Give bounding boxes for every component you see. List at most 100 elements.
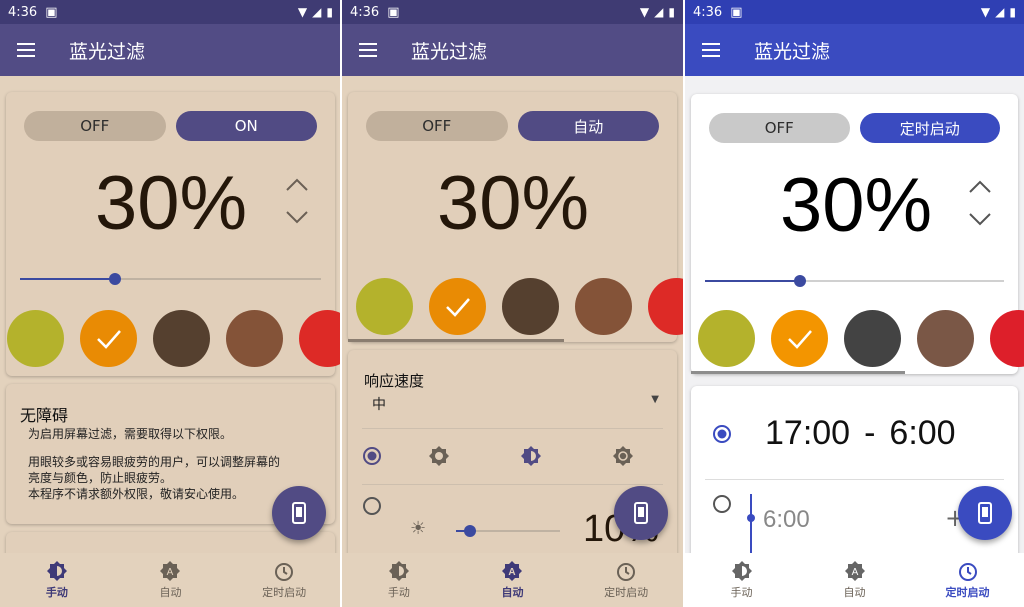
status-bar: 4:36 ▣ ▼ ◢ ▮ xyxy=(685,0,1024,24)
swatch-dark-brown[interactable] xyxy=(502,278,559,335)
auto-button[interactable]: 自动 xyxy=(517,111,659,141)
swatch-dark-gray[interactable] xyxy=(844,310,901,367)
level-slider[interactable] xyxy=(705,275,1004,287)
dropdown-arrow-icon[interactable]: ▼ xyxy=(651,394,659,405)
swatch-orange[interactable] xyxy=(771,310,828,367)
mode-toggle: OFF 自动 xyxy=(366,111,659,141)
brightness-high-icon xyxy=(613,446,633,466)
menu-icon[interactable] xyxy=(17,43,35,57)
app-title: 蓝光过滤 xyxy=(69,40,146,63)
nav-timer[interactable]: 定时启动 xyxy=(234,560,334,600)
nav-timer[interactable]: 定时启动 xyxy=(918,560,1018,600)
color-swatches xyxy=(356,278,683,335)
overlay-fab[interactable] xyxy=(958,486,1012,540)
off-button[interactable]: OFF xyxy=(366,111,508,141)
nav-auto[interactable]: A 自动 xyxy=(462,560,562,600)
level-slider[interactable] xyxy=(20,273,321,285)
brightness-icon xyxy=(388,561,409,581)
nav-label: 自动 xyxy=(159,586,182,599)
swatch-brown[interactable] xyxy=(575,278,632,335)
swatch-red[interactable] xyxy=(648,278,683,335)
mode-toggle: OFF 定时启动 xyxy=(709,113,1000,143)
auto-brightness-icon: A xyxy=(502,561,523,581)
filter-percent: 30% xyxy=(436,161,590,246)
app-bar: 蓝光过滤 xyxy=(342,24,683,76)
filter-percent: 30% xyxy=(94,161,248,246)
chevron-up-icon[interactable] xyxy=(968,180,992,194)
swatch-brown[interactable] xyxy=(226,310,283,367)
bottom-nav: 手动 A 自动 定时启动 xyxy=(685,553,1024,607)
end-time[interactable]: 6:00 xyxy=(889,414,955,453)
response-value[interactable]: 中 xyxy=(372,394,386,414)
svg-text:A: A xyxy=(851,567,858,578)
next-time[interactable]: 6:00 xyxy=(763,506,810,534)
status-bar: 4:36 ▣ ▼ ◢ ▮ xyxy=(342,0,683,24)
app-title: 蓝光过滤 xyxy=(754,40,831,63)
color-swatches xyxy=(7,310,341,367)
chevron-down-icon[interactable] xyxy=(968,212,992,226)
brightness-icon xyxy=(731,561,752,581)
status-time: 4:36 xyxy=(8,4,38,20)
brightness-icon xyxy=(46,561,67,581)
on-button[interactable]: ON xyxy=(175,111,317,141)
nav-auto[interactable]: A 自动 xyxy=(805,560,905,600)
start-time[interactable]: 17:00 xyxy=(765,414,850,453)
nav-label: 手动 xyxy=(730,586,753,599)
menu-icon[interactable] xyxy=(359,43,377,57)
radio-unselected-icon[interactable] xyxy=(712,494,732,514)
check-icon xyxy=(96,329,121,349)
accessibility-title: 无障碍 xyxy=(20,406,69,425)
overlay-fab[interactable] xyxy=(272,486,326,540)
slider-thumb[interactable] xyxy=(464,525,476,537)
nav-label: 手动 xyxy=(45,586,68,599)
swatch-scrollbar[interactable] xyxy=(348,339,564,342)
nav-manual[interactable]: 手动 xyxy=(7,560,107,600)
nav-manual[interactable]: 手动 xyxy=(692,560,792,600)
swatch-red[interactable] xyxy=(299,310,341,367)
menu-icon[interactable] xyxy=(702,43,720,57)
slider-thumb[interactable] xyxy=(794,275,806,287)
battery-icon: ▮ xyxy=(326,5,333,19)
overlay-fab[interactable] xyxy=(614,486,668,540)
accessibility-line3: 亮度与颜色，防止眼疲劳。 xyxy=(28,471,173,485)
swatch-olive[interactable] xyxy=(698,310,755,367)
swatch-olive[interactable] xyxy=(7,310,64,367)
swatch-olive[interactable] xyxy=(356,278,413,335)
swatch-scrollbar[interactable] xyxy=(691,371,905,374)
battery-icon: ▮ xyxy=(1009,5,1016,19)
response-slider[interactable] xyxy=(456,525,560,537)
app-bar: 蓝光过滤 xyxy=(0,24,341,76)
notification-icon: ▣ xyxy=(387,4,400,20)
slider-thumb[interactable] xyxy=(109,273,121,285)
swatch-orange[interactable] xyxy=(80,310,137,367)
timer-button[interactable]: 定时启动 xyxy=(859,113,1000,143)
mode-toggle: OFF ON xyxy=(24,111,317,141)
swatch-orange[interactable] xyxy=(429,278,486,335)
radio-selected-icon[interactable] xyxy=(362,446,382,466)
nav-auto[interactable]: A 自动 xyxy=(120,560,220,600)
chevron-up-icon[interactable] xyxy=(285,178,309,192)
off-button[interactable]: OFF xyxy=(709,113,850,143)
nav-label: 定时启动 xyxy=(604,586,649,599)
wifi-icon: ▼ xyxy=(639,5,650,19)
swatch-brown[interactable] xyxy=(917,310,974,367)
app-bar: 蓝光过滤 xyxy=(685,24,1024,76)
swatch-dark-brown[interactable] xyxy=(153,310,210,367)
signal-icon: ◢ xyxy=(312,5,322,19)
swatch-red[interactable] xyxy=(990,310,1024,367)
off-button[interactable]: OFF xyxy=(24,111,166,141)
schedule-range[interactable]: 17:00 - 6:00 xyxy=(765,414,956,453)
radio-selected-icon[interactable] xyxy=(712,424,732,444)
status-time: 4:36 xyxy=(693,4,723,20)
chevron-down-icon[interactable] xyxy=(285,210,309,224)
nav-label: 自动 xyxy=(843,586,866,599)
phone-icon xyxy=(634,502,648,524)
radio-unselected-icon[interactable] xyxy=(362,496,382,516)
filter-card: OFF ON 30% xyxy=(6,92,341,376)
wifi-icon: ▼ xyxy=(297,5,308,19)
nav-timer[interactable]: 定时启动 xyxy=(576,560,676,600)
stepper xyxy=(285,178,309,242)
timeline-dot xyxy=(747,514,755,522)
auto-brightness-icon: A xyxy=(160,561,181,581)
nav-manual[interactable]: 手动 xyxy=(349,560,449,600)
